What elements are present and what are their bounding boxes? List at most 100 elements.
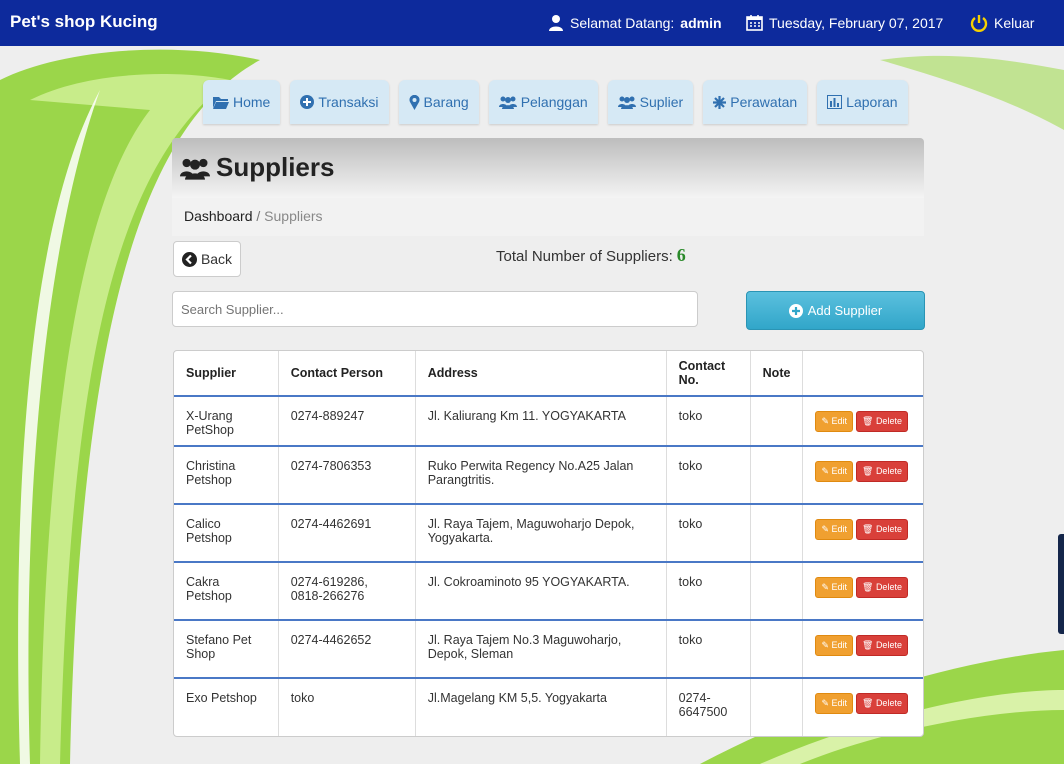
- edit-button[interactable]: ✎ Edit: [815, 461, 853, 482]
- add-supplier-button[interactable]: Add Supplier: [746, 291, 925, 330]
- cell-actions: ✎ Edit 🗑 Delete: [802, 619, 923, 678]
- edit-label: Edit: [831, 640, 847, 650]
- page-title: Suppliers: [180, 152, 334, 183]
- cell-address: Jl. Kaliurang Km 11. YOGYAKARTA: [414, 395, 667, 446]
- nav-perawatan-label: Perawatan: [730, 94, 798, 110]
- cell-actions: ✎ Edit 🗑 Delete: [802, 445, 923, 504]
- plus-circle-icon: [788, 303, 803, 318]
- brand-title[interactable]: Pet's shop Kucing: [10, 12, 158, 32]
- breadcrumb-dashboard[interactable]: Dashboard: [184, 208, 253, 224]
- cell-contact-no: toko: [665, 561, 751, 620]
- nav-suplier-label: Suplier: [639, 94, 684, 110]
- cell-actions: ✎ Edit 🗑 Delete: [802, 677, 923, 736]
- breadcrumb-current: Suppliers: [264, 208, 323, 224]
- cell-contact-no: toko: [665, 619, 751, 678]
- users-icon: [180, 158, 210, 180]
- edit-label: Edit: [831, 582, 847, 592]
- delete-label: Delete: [875, 416, 902, 426]
- delete-button[interactable]: 🗑 Delete: [856, 461, 908, 482]
- nav-home-label: Home: [233, 94, 271, 110]
- column-header-note: Note: [749, 351, 803, 396]
- edit-label: Edit: [831, 466, 847, 476]
- map-marker-icon: [409, 94, 420, 110]
- total-count: 6: [676, 245, 686, 265]
- welcome-user: Selamat Datang: admin: [548, 14, 722, 31]
- cell-contact-person: toko: [277, 677, 416, 736]
- nav-barang[interactable]: Barang: [398, 80, 479, 124]
- nav-pelanggan-label: Pelanggan: [520, 94, 588, 110]
- current-date: Tuesday, February 07, 2017: [746, 14, 943, 31]
- cell-supplier: Calico Petshop: [174, 503, 279, 562]
- cell-address: Ruko Perwita Regency No.A25 Jalan Parang…: [414, 445, 667, 504]
- cell-supplier: Stefano Pet Shop: [174, 619, 279, 678]
- cell-contact-person: 0274-889247: [277, 395, 416, 446]
- table-row: Exo Petshop toko Jl.Magelang KM 5,5. Yog…: [174, 677, 923, 736]
- delete-button[interactable]: 🗑 Delete: [856, 411, 908, 432]
- plus-circle-icon: [300, 95, 315, 109]
- column-header-contact-person: Contact Person: [277, 351, 416, 396]
- delete-label: Delete: [875, 466, 902, 476]
- cell-address: Jl.Magelang KM 5,5. Yogyakarta: [414, 677, 667, 736]
- nav-barang-label: Barang: [423, 94, 469, 110]
- cell-note: [749, 395, 803, 446]
- power-icon: [970, 15, 988, 32]
- back-button[interactable]: Back: [173, 241, 241, 277]
- bar-chart-icon: [827, 95, 843, 109]
- logout-link[interactable]: Keluar: [970, 14, 1034, 32]
- arrow-left-circle-icon: [181, 251, 197, 267]
- folder-open-icon: [213, 96, 229, 109]
- welcome-label: Selamat Datang:: [570, 14, 675, 31]
- nav-perawatan[interactable]: Perawatan: [703, 80, 808, 124]
- delete-label: Delete: [875, 582, 902, 592]
- edit-button[interactable]: ✎ Edit: [815, 693, 853, 714]
- table-header-row: Supplier Contact Person Address Contact …: [174, 351, 923, 396]
- cell-contact-no: toko: [665, 395, 751, 446]
- table-row: Calico Petshop 0274-4462691 Jl. Raya Taj…: [174, 503, 923, 562]
- delete-label: Delete: [875, 524, 902, 534]
- table-row: Stefano Pet Shop 0274-4462652 Jl. Raya T…: [174, 619, 923, 678]
- calendar-icon: [746, 15, 763, 31]
- cell-contact-no: toko: [665, 503, 751, 562]
- nav-home[interactable]: Home: [203, 80, 281, 124]
- delete-button[interactable]: 🗑 Delete: [856, 693, 908, 714]
- cell-contact-person: 0274-619286, 0818-266276: [277, 561, 416, 620]
- delete-button[interactable]: 🗑 Delete: [856, 577, 908, 598]
- delete-button[interactable]: 🗑 Delete: [856, 635, 908, 656]
- search-supplier-input[interactable]: [172, 291, 698, 327]
- logout-label: Keluar: [994, 15, 1035, 31]
- breadcrumb: Dashboard / Suppliers: [172, 198, 924, 236]
- cell-contact-person: 0274-4462652: [277, 619, 416, 678]
- cell-contact-no: 0274-6647500: [665, 677, 751, 736]
- nav-laporan[interactable]: Laporan: [817, 80, 908, 124]
- nav-transaksi[interactable]: Transaksi: [290, 80, 389, 124]
- total-suppliers: Total Number of Suppliers: 6: [496, 245, 686, 266]
- edit-button[interactable]: ✎ Edit: [815, 577, 853, 598]
- top-bar: Pet's shop Kucing Selamat Datang: admin …: [0, 0, 1064, 46]
- cell-address: Jl. Raya Tajem, Maguwoharjo Depok, Yogya…: [414, 503, 667, 562]
- cell-supplier: Exo Petshop: [174, 677, 279, 736]
- cell-address: Jl. Cokroaminoto 95 YOGYAKARTA.: [414, 561, 667, 620]
- cell-note: [749, 561, 803, 620]
- suppliers-table: Supplier Contact Person Address Contact …: [173, 350, 924, 737]
- cell-note: [749, 445, 803, 504]
- edit-label: Edit: [831, 524, 847, 534]
- edit-button[interactable]: ✎ Edit: [815, 635, 853, 656]
- cell-note: [749, 619, 803, 678]
- asterisk-icon: [713, 95, 727, 109]
- side-scroll-tab[interactable]: [1058, 534, 1064, 634]
- nav-laporan-label: Laporan: [846, 94, 898, 110]
- nav-pelanggan[interactable]: Pelanggan: [488, 80, 598, 124]
- cell-note: [749, 503, 803, 562]
- edit-button[interactable]: ✎ Edit: [815, 519, 853, 540]
- nav-suplier[interactable]: Suplier: [607, 80, 694, 124]
- delete-button[interactable]: 🗑 Delete: [856, 519, 908, 540]
- edit-button[interactable]: ✎ Edit: [815, 411, 853, 432]
- table-row: X-Urang PetShop 0274-889247 Jl. Kaliuran…: [174, 395, 923, 446]
- page-title-text: Suppliers: [216, 152, 335, 182]
- table-row: Christina Petshop 0274-7806353 Ruko Perw…: [174, 445, 923, 504]
- table-row: Cakra Petshop 0274-619286, 0818-266276 J…: [174, 561, 923, 620]
- total-label: Total Number of Suppliers:: [496, 248, 673, 265]
- cell-actions: ✎ Edit 🗑 Delete: [802, 561, 923, 620]
- page-header: Suppliers: [172, 138, 924, 198]
- back-label: Back: [200, 251, 233, 267]
